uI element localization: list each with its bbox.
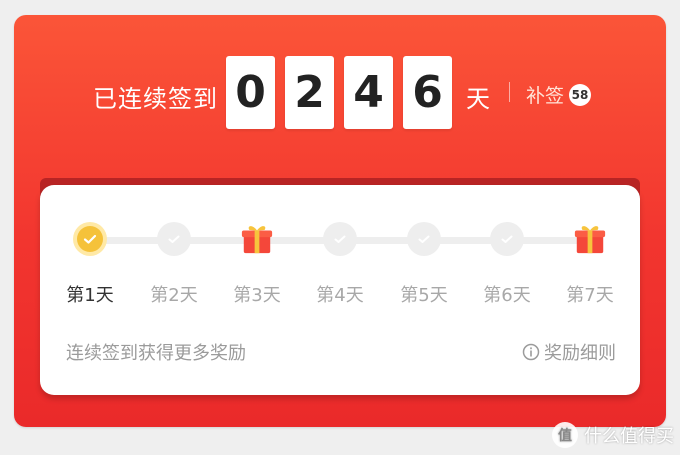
streak-digit: 6 — [403, 56, 452, 129]
check-icon — [490, 222, 524, 256]
header-divider — [509, 82, 510, 102]
step-label: 第2天 — [150, 285, 198, 306]
check-icon — [407, 222, 441, 256]
checked-icon — [73, 222, 107, 256]
streak-counter: 0 2 4 6 — [226, 56, 452, 129]
watermark: 值 什么值得买 — [552, 422, 674, 448]
step-label: 第3天 — [233, 285, 281, 306]
reward-panel: 第1天 第2天 第3天 第4天 第5天 第6天 第7天 连续签到获得更多奖励 奖… — [40, 185, 640, 395]
streak-digit: 4 — [344, 56, 393, 129]
makeup-label: 补签 — [526, 85, 565, 107]
step-label: 第7天 — [566, 285, 614, 306]
watermark-text: 什么值得买 — [584, 426, 674, 447]
check-icon — [323, 222, 357, 256]
streak-digit: 2 — [285, 56, 334, 129]
step-label: 第6天 — [483, 285, 531, 306]
reward-rules-link[interactable]: 奖励细则 — [522, 339, 616, 365]
step-label: 第1天 — [66, 285, 114, 306]
makeup-count-badge: 58 — [569, 83, 592, 106]
reward-tip: 连续签到获得更多奖励 — [66, 343, 246, 364]
checkin-header: 已连续签到 0 2 4 6 天 补签 58 — [14, 15, 666, 175]
gift-icon — [573, 222, 607, 256]
streak-unit: 天 — [466, 85, 490, 113]
reward-rules-label: 奖励细则 — [544, 343, 616, 364]
info-icon — [522, 343, 540, 361]
gift-icon — [240, 222, 274, 256]
makeup-checkin-button[interactable]: 补签 58 — [526, 81, 592, 108]
checkin-card: 已连续签到 0 2 4 6 天 补签 58 第1天 第2天 第3天 第4天 第5… — [14, 15, 666, 427]
step-label: 第5天 — [400, 285, 448, 306]
watermark-logo-icon: 值 — [552, 422, 578, 448]
check-icon — [157, 222, 191, 256]
streak-prefix: 已连续签到 — [93, 85, 218, 113]
step-label: 第4天 — [316, 285, 364, 306]
streak-digit: 0 — [226, 56, 275, 129]
